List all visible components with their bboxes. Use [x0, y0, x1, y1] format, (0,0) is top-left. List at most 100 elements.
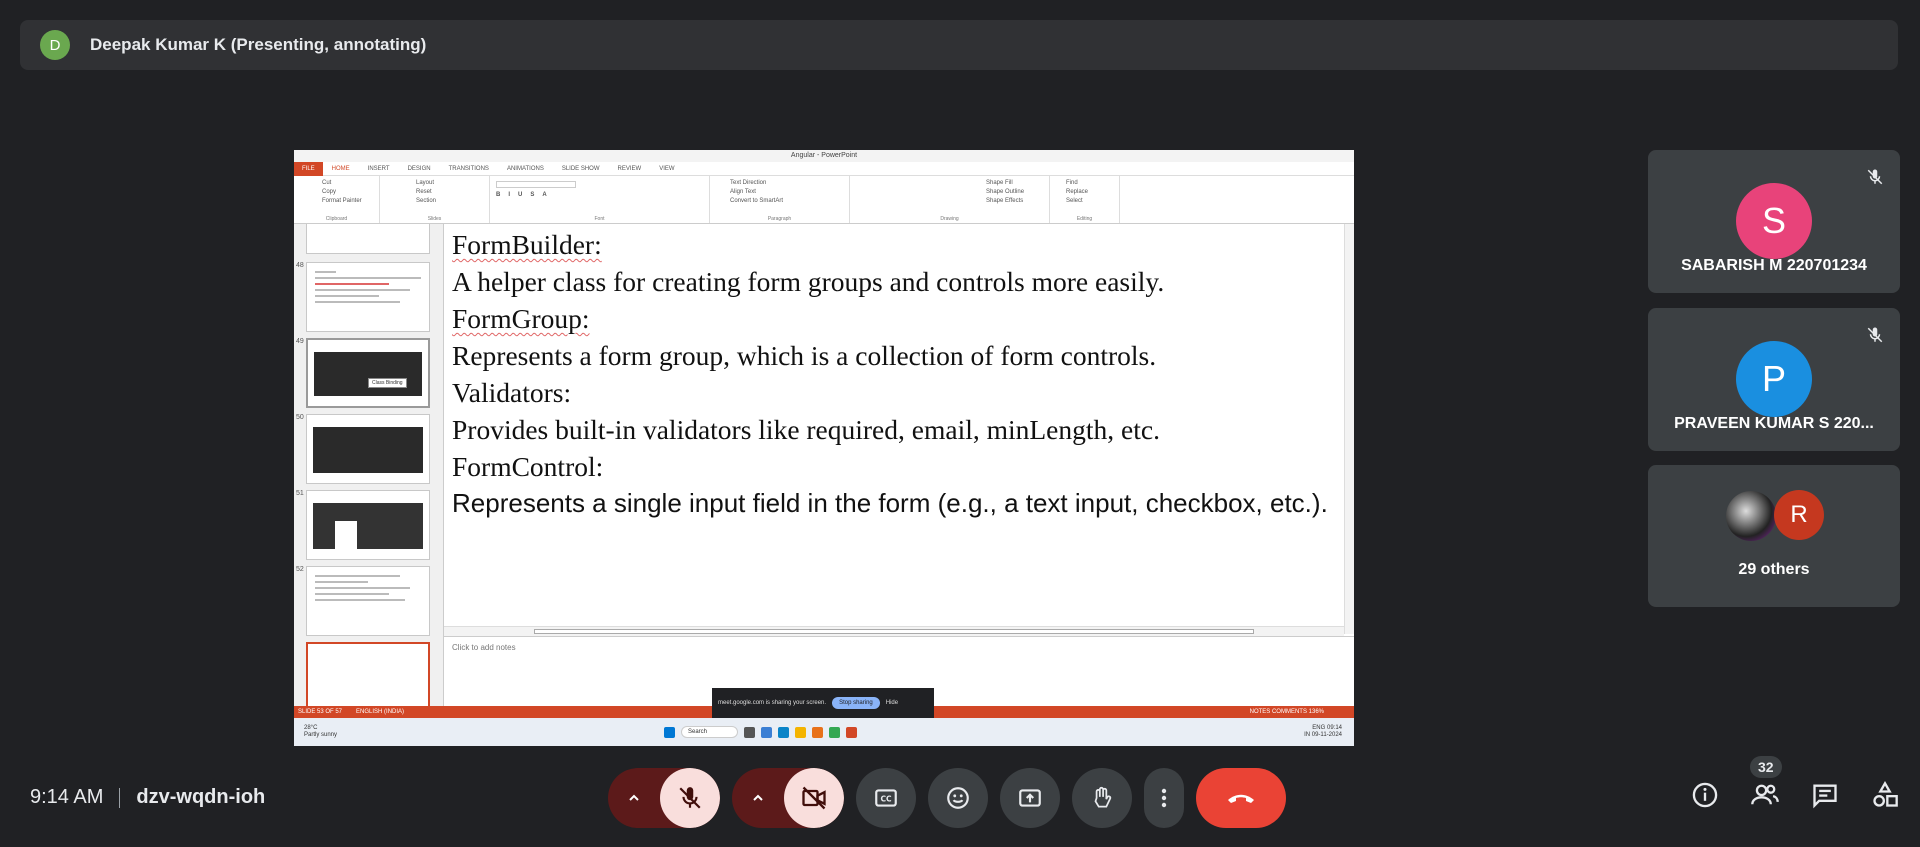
- slide-thumbnail-current[interactable]: [306, 642, 430, 706]
- shapes-icon: [1873, 781, 1898, 807]
- participant-name: PRAVEEN KUMAR S 220...: [1674, 415, 1874, 432]
- font-name-box[interactable]: [496, 181, 576, 188]
- ribbon-group-editing: Find Replace Select Editing: [1050, 176, 1120, 223]
- horizontal-scrollbar[interactable]: [444, 626, 1344, 636]
- shape-fill-button[interactable]: Shape Fill: [856, 179, 1043, 188]
- text-direction-button[interactable]: Text Direction: [716, 179, 843, 188]
- camera-toggle-button[interactable]: [784, 768, 844, 828]
- chrome-icon[interactable]: [829, 726, 841, 738]
- cut-button[interactable]: Cut: [300, 179, 373, 188]
- stop-sharing-button[interactable]: Stop sharing: [832, 697, 880, 709]
- ribbon-body: Cut Copy Format Painter Clipboard Layout…: [294, 176, 1354, 224]
- others-count: 29 others: [1738, 561, 1810, 578]
- reactions-button[interactable]: [928, 768, 988, 828]
- others-tile[interactable]: R 29 others: [1648, 465, 1900, 607]
- edge-icon[interactable]: [778, 726, 790, 738]
- present-screen-button[interactable]: [1000, 768, 1060, 828]
- shape-effects-button[interactable]: Shape Effects: [856, 197, 1043, 206]
- mic-control-group: [608, 768, 720, 828]
- slide-thumbnail[interactable]: [306, 414, 430, 484]
- hide-button[interactable]: Hide: [886, 700, 898, 706]
- powerpoint-icon[interactable]: [846, 726, 858, 738]
- find-button[interactable]: Find: [1056, 179, 1113, 188]
- copy-button[interactable]: Copy: [300, 188, 373, 197]
- slide-thumbnail[interactable]: [306, 224, 430, 254]
- slide-thumbnail-selected[interactable]: Class Binding: [306, 338, 430, 408]
- leave-call-button[interactable]: [1196, 768, 1286, 828]
- task-view-icon[interactable]: [744, 726, 756, 738]
- layout-button[interactable]: Layout: [386, 179, 483, 188]
- thumbnail-code-image: [314, 352, 422, 396]
- vertical-scrollbar[interactable]: [1344, 224, 1354, 634]
- people-icon: [1751, 784, 1779, 805]
- slide-heading: FormGroup:: [452, 303, 590, 334]
- mic-toggle-button[interactable]: [660, 768, 720, 828]
- taskbar-search[interactable]: Search: [681, 726, 739, 738]
- captions-button[interactable]: CC: [856, 768, 916, 828]
- replace-button[interactable]: Replace: [1056, 188, 1113, 197]
- smartart-button[interactable]: Convert to SmartArt: [716, 197, 843, 206]
- tab-file[interactable]: FILE: [294, 161, 323, 176]
- audio-options-button[interactable]: [608, 790, 660, 806]
- reset-button[interactable]: Reset: [386, 188, 483, 197]
- ribbon-tabs: FILE HOME INSERT DESIGN TRANSITIONS ANIM…: [294, 161, 1354, 176]
- activities-button[interactable]: [1870, 780, 1900, 810]
- slide-text: FormBuilder: A helper class for creating…: [452, 226, 1332, 522]
- chat-icon: [1813, 784, 1837, 809]
- tab-design[interactable]: DESIGN: [399, 166, 440, 172]
- participant-tile[interactable]: P PRAVEEN KUMAR S 220...: [1648, 308, 1900, 451]
- ribbon-group-font: BIUSA Font: [490, 176, 710, 223]
- align-text-button[interactable]: Align Text: [716, 188, 843, 197]
- more-options-button[interactable]: [1144, 768, 1184, 828]
- tab-view[interactable]: VIEW: [650, 166, 683, 172]
- slide-number: 49: [296, 338, 304, 345]
- tab-animations[interactable]: ANIMATIONS: [498, 166, 553, 172]
- font-style-buttons[interactable]: BIUSA: [496, 191, 703, 200]
- current-time: 9:14 AM: [30, 786, 104, 808]
- presenter-avatar: D: [40, 30, 70, 60]
- tray-date: IN 09-11-2024: [1304, 732, 1342, 738]
- file-explorer-icon[interactable]: [795, 726, 807, 738]
- slide-thumbnail[interactable]: [306, 262, 430, 332]
- tab-transitions[interactable]: TRANSITIONS: [440, 166, 498, 172]
- tab-review[interactable]: REVIEW: [609, 166, 651, 172]
- slide-thumbnail[interactable]: [306, 490, 430, 560]
- format-painter-button[interactable]: Format Painter: [300, 197, 373, 206]
- ribbon-group-label: Clipboard: [325, 216, 348, 222]
- weather-desc: Partly sunny: [304, 732, 338, 738]
- thumbnail-lines: [315, 575, 421, 605]
- select-button[interactable]: Select: [1056, 197, 1113, 206]
- participant-avatar: S: [1736, 183, 1812, 259]
- section-button[interactable]: Section: [386, 197, 483, 206]
- tab-insert[interactable]: INSERT: [359, 166, 399, 172]
- tab-slide-show[interactable]: SLIDE SHOW: [553, 166, 609, 172]
- video-options-button[interactable]: [732, 790, 784, 806]
- people-button[interactable]: 32: [1750, 756, 1782, 810]
- slide-thumbnail[interactable]: [306, 566, 430, 636]
- windows-taskbar: 28°C Partly sunny Search ENG 09:14 IN 09…: [294, 718, 1354, 746]
- slide-line: Provides built-in validators like requir…: [452, 414, 1160, 445]
- scrollbar-thumb[interactable]: [534, 629, 1254, 634]
- meeting-code[interactable]: dzv-wqdn-ioh: [136, 786, 265, 809]
- ribbon-group-label: Paragraph: [767, 216, 792, 222]
- captions-icon: CC: [875, 789, 897, 807]
- system-tray[interactable]: ENG 09:14 IN 09-11-2024: [1304, 725, 1342, 739]
- chat-button[interactable]: [1810, 780, 1840, 810]
- slide-heading: FormControl:: [452, 451, 604, 482]
- taskbar-center: Search: [664, 726, 858, 738]
- meeting-details-button[interactable]: [1690, 780, 1720, 810]
- tab-home[interactable]: HOME: [323, 166, 359, 172]
- slide-indicator: SLIDE 53 OF 57: [298, 709, 343, 715]
- thumbnail-inset: [335, 521, 357, 549]
- shape-outline-button[interactable]: Shape Outline: [856, 188, 1043, 197]
- slide-canvas[interactable]: FormBuilder: A helper class for creating…: [444, 224, 1344, 624]
- slide-line: A helper class for creating form groups …: [452, 266, 1165, 297]
- firefox-icon[interactable]: [812, 726, 824, 738]
- people-count-badge: 32: [1750, 756, 1782, 778]
- weather-widget[interactable]: 28°C Partly sunny: [304, 725, 337, 739]
- participant-tile[interactable]: S SABARISH M 220701234: [1648, 150, 1900, 293]
- thumbnail-code-image: [313, 503, 423, 549]
- app-icon[interactable]: [761, 726, 773, 738]
- windows-start-icon[interactable]: [664, 726, 675, 738]
- raise-hand-button[interactable]: [1072, 768, 1132, 828]
